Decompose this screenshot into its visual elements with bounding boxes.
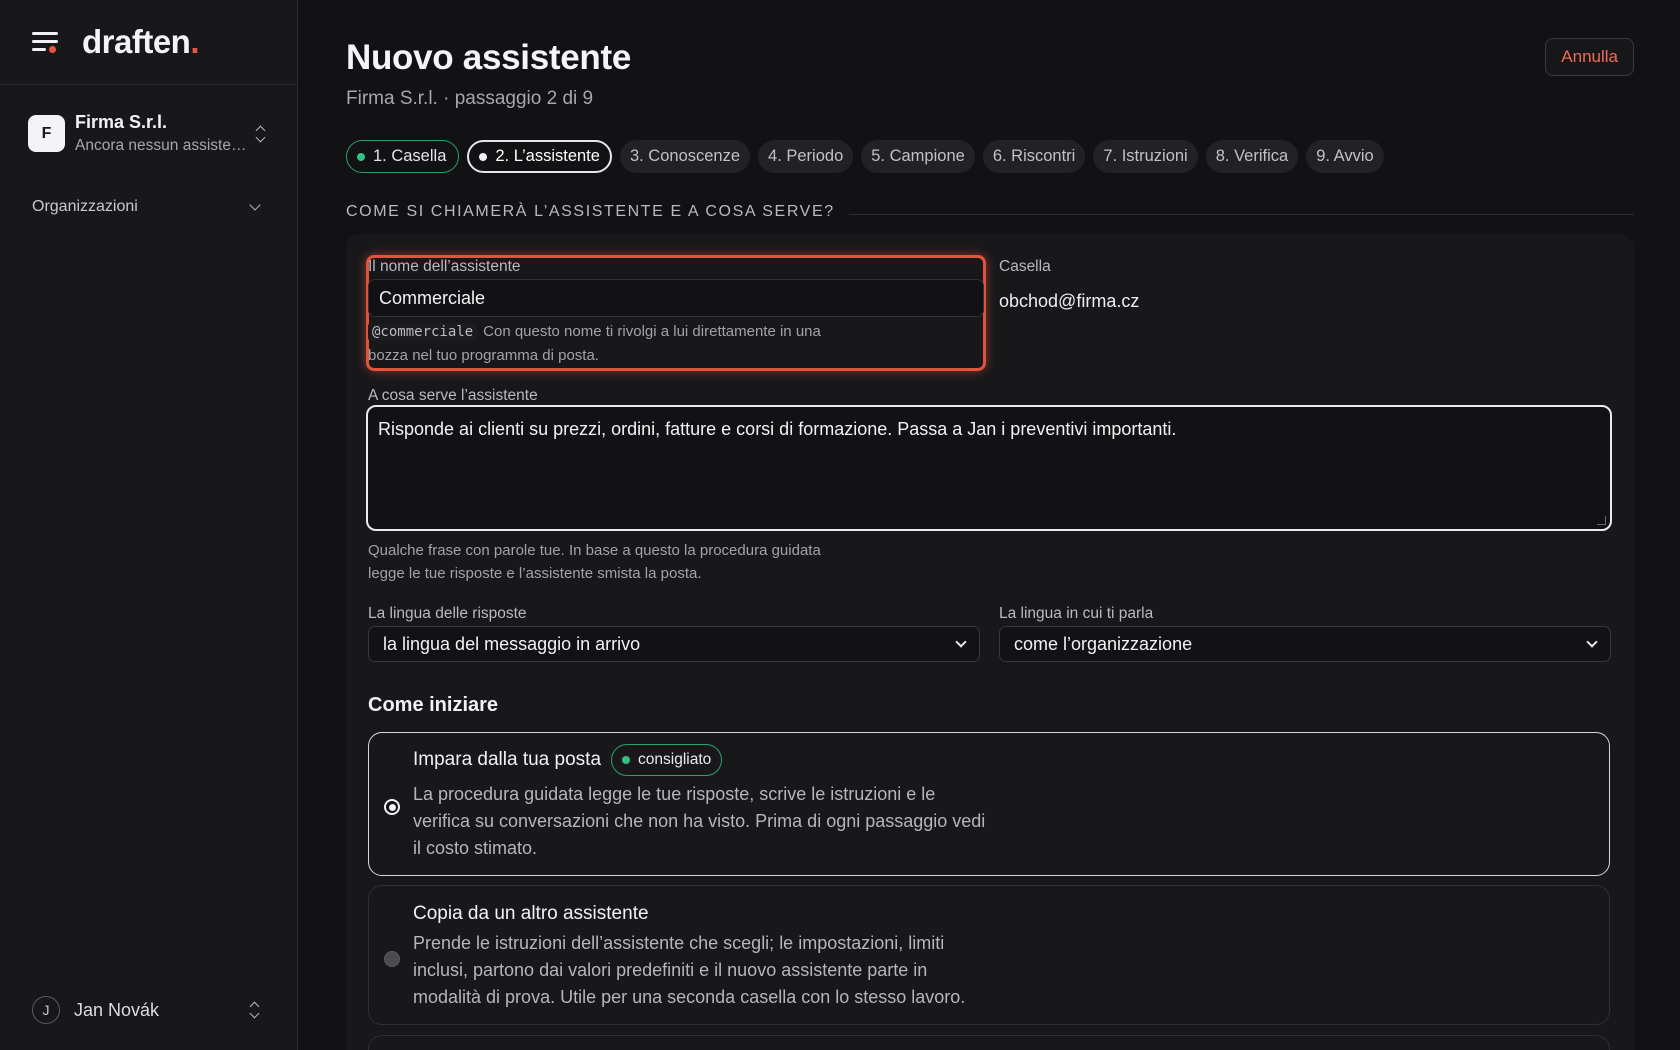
resize-handle-icon[interactable] (1597, 516, 1606, 525)
start-heading: Come iniziare (368, 694, 499, 716)
step-campione[interactable]: 5. Campione (861, 140, 975, 173)
app-logo[interactable]: draften. (82, 23, 199, 61)
option-copy-from-assistant[interactable]: Copia da un altro assistente Prende le i… (368, 885, 1610, 1025)
option-title: Impara dalla tua posta (413, 749, 602, 770)
sidebar-section-label: Organizzazioni (32, 198, 138, 215)
cancel-button[interactable]: Annulla (1545, 38, 1634, 76)
check-dot-icon (357, 152, 365, 161)
user-name: Jan Novák (74, 999, 160, 1020)
speak-language-label: La lingua in cui ti parla (999, 605, 1154, 622)
chevron-down-icon (1586, 635, 1598, 648)
section-header: COME SI CHIAMERÀ L’ASSISTENTE E A COSA S… (346, 203, 1634, 221)
page-title: Nuovo assistente (346, 38, 632, 77)
step-istruzioni[interactable]: 7. Istruzioni (1093, 140, 1198, 173)
option-title: Copia da un altro assistente (413, 903, 649, 924)
main-content: Nuovo assistente Firma S.r.l. · passaggi… (346, 0, 1634, 1050)
reply-language-select[interactable]: la lingua del messaggio in arrivo (368, 626, 980, 662)
option-description: Prende le istruzioni dell’assistente che… (413, 933, 966, 1007)
mailbox-label: Casella (999, 258, 1051, 275)
user-switcher[interactable]: J Jan Novák (32, 996, 263, 1024)
sidebar-header: draften. (0, 0, 297, 85)
assistant-name-input[interactable]: Commerciale (368, 279, 984, 317)
chevron-down-icon (955, 635, 967, 648)
step-casella[interactable]: 1. Casella (346, 140, 460, 173)
speak-language-select[interactable]: come l’organizzazione (999, 626, 1611, 662)
purpose-label: A cosa serve l’assistente (368, 387, 538, 404)
org-avatar: F (28, 115, 65, 152)
option-next[interactable] (368, 1035, 1610, 1050)
section-title: COME SI CHIAMERÀ L’ASSISTENTE E A COSA S… (346, 203, 835, 220)
step-avvio[interactable]: 9. Avvio (1306, 140, 1384, 173)
wizard-steps: 1. Casella 2. L’assistente 3. Conoscenze… (346, 140, 1384, 173)
radio-unselected[interactable] (384, 951, 400, 967)
recommended-badge: consigliato (611, 744, 723, 776)
radio-selected[interactable] (384, 799, 400, 815)
organization-switcher[interactable]: F Firma S.r.l. Ancora nessun assistente (28, 112, 269, 155)
reply-language-label: La lingua delle risposte (368, 605, 527, 622)
mailbox-value: obchod@firma.cz (999, 291, 1140, 311)
divider (848, 213, 1634, 215)
step-riscontri[interactable]: 6. Riscontri (982, 140, 1086, 173)
step-periodo[interactable]: 4. Periodo (758, 140, 854, 173)
menu-icon[interactable] (32, 30, 60, 54)
assistant-name-hint: @commerciale Con questo nome ti rivolgi a… (368, 323, 821, 364)
org-name: Firma S.r.l. (75, 112, 168, 132)
chevron-up-down-icon (247, 999, 263, 1021)
option-description: La procedura guidata legge le tue rispos… (413, 784, 986, 858)
step-assistente[interactable]: 2. L’assistente (467, 140, 612, 173)
org-subtitle: Ancora nessun assistente (75, 137, 247, 154)
assistant-name-label: Il nome dell’assistente (368, 258, 521, 275)
sidebar-section-organizations[interactable]: Organizzazioni (32, 198, 263, 216)
step-conoscenze[interactable]: 3. Conoscenze (619, 140, 751, 173)
chevron-up-down-icon (253, 123, 269, 145)
dot-icon (622, 756, 631, 764)
sidebar: draften. F Firma S.r.l. Ancora nessun as… (0, 0, 298, 1050)
avatar: J (32, 996, 60, 1024)
purpose-hint: Qualche frase con parole tue. In base a … (368, 542, 821, 582)
option-learn-from-mail[interactable]: Impara dalla tua posta consigliato La pr… (368, 732, 1610, 876)
purpose-textarea[interactable]: Risponde ai clienti su prezzi, ordini, f… (366, 405, 1612, 531)
page-subtitle: Firma S.r.l. · passaggio 2 di 9 (346, 88, 594, 109)
handle-code: @commerciale (368, 323, 478, 341)
chevron-down-icon (249, 199, 261, 211)
current-dot-icon (479, 152, 488, 161)
step-verifica[interactable]: 8. Verifica (1205, 140, 1299, 173)
